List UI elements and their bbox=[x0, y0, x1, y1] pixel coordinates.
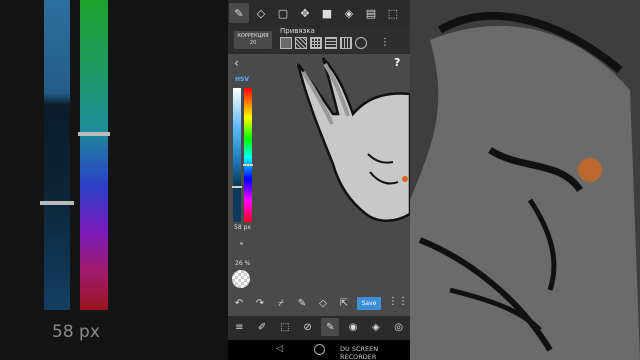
gradient-icon[interactable]: ▤ bbox=[361, 3, 381, 23]
bucket-icon[interactable]: ◈ bbox=[339, 3, 359, 23]
nav-home-icon[interactable] bbox=[314, 344, 325, 355]
background-right-blur bbox=[410, 0, 640, 360]
fill-rect-icon[interactable]: ■ bbox=[317, 3, 337, 23]
value-slider[interactable] bbox=[233, 88, 241, 222]
select-rect-icon[interactable]: ▢ bbox=[273, 3, 293, 23]
settings-icon[interactable]: ◎ bbox=[390, 318, 408, 336]
rabbit-drawing bbox=[296, 57, 410, 222]
blur-drawing bbox=[410, 11, 640, 360]
blur-value-marker bbox=[40, 201, 74, 205]
nav-back-icon[interactable]: ◁ bbox=[276, 344, 283, 354]
move-icon[interactable]: ✥ bbox=[295, 3, 315, 23]
eraser-icon[interactable]: ◇ bbox=[251, 3, 271, 23]
edit-icon[interactable]: ✐ bbox=[253, 318, 271, 336]
snap-bar: КОРРЕКЦИЯ 20 Привязка ⋮ bbox=[228, 27, 410, 53]
snap-icons bbox=[280, 37, 370, 49]
hue-slider-handle[interactable] bbox=[243, 164, 253, 166]
snap-parallel-icon[interactable] bbox=[295, 37, 307, 49]
selection-icon[interactable]: ⬚ bbox=[383, 3, 403, 23]
palette-icon[interactable]: ◉ bbox=[344, 318, 362, 336]
snap-horizontal-icon[interactable] bbox=[325, 37, 337, 49]
bottom-tab-bar: ≡ ✐ ⬚ ⊘ ✎ ◉ ◈ ◎ bbox=[228, 316, 410, 338]
brush-opacity-label: 26 % bbox=[235, 260, 251, 267]
menu-icon[interactable]: ≡ bbox=[230, 318, 248, 336]
blur-size-label: 58 px bbox=[52, 322, 100, 342]
pen-icon[interactable]: ✎ bbox=[229, 3, 249, 23]
layers-icon[interactable]: ◈ bbox=[367, 318, 385, 336]
more-options-icon[interactable]: ⋮ bbox=[380, 37, 390, 48]
transform-icon[interactable]: ⊘ bbox=[299, 318, 317, 336]
action-row: ↶ ↷ ⌿ ✎ ◇ ⇱ bbox=[228, 292, 410, 314]
undo-icon[interactable]: ↶ bbox=[229, 293, 249, 313]
help-icon[interactable]: ? bbox=[394, 56, 400, 69]
snap-label: Привязка bbox=[280, 27, 315, 35]
background-left-blur: 58 px bbox=[0, 0, 228, 360]
eyedropper-icon[interactable]: ⌿ bbox=[271, 293, 291, 313]
eraser-small-icon[interactable]: ◇ bbox=[313, 293, 333, 313]
export-icon[interactable]: ⇱ bbox=[334, 293, 354, 313]
color-mode-label[interactable]: HSV bbox=[235, 76, 249, 83]
snap-circle-icon[interactable] bbox=[355, 37, 367, 49]
snap-vertical-icon[interactable] bbox=[340, 37, 352, 49]
back-arrow-icon[interactable]: ‹ bbox=[234, 56, 239, 70]
brush-icon[interactable]: ✎ bbox=[292, 293, 312, 313]
snap-grid-icon[interactable] bbox=[310, 37, 322, 49]
redo-icon[interactable]: ↷ bbox=[250, 293, 270, 313]
top-toolbar: ✎ ◇ ▢ ✥ ■ ◈ ▤ ⬚ bbox=[228, 0, 410, 26]
phone-screen: ✎ ◇ ▢ ✥ ■ ◈ ▤ ⬚ КОРРЕКЦИЯ 20 Привязка ⋮ bbox=[228, 0, 410, 360]
correction-value: 20 bbox=[249, 40, 257, 46]
hue-slider[interactable] bbox=[244, 88, 252, 222]
recorder-watermark: DU SCREEN RECORDER bbox=[340, 345, 379, 360]
correction-button[interactable]: КОРРЕКЦИЯ 20 bbox=[234, 31, 272, 49]
grid-menu-icon[interactable]: ⋮⋮ bbox=[388, 296, 408, 307]
brush-size-preview bbox=[240, 242, 243, 245]
color-swatch[interactable] bbox=[232, 270, 250, 288]
correction-label: КОРРЕКЦИЯ bbox=[237, 33, 269, 39]
brush-size-label: 58 px bbox=[234, 224, 251, 231]
blur-value-slider bbox=[44, 0, 70, 310]
blur-hue-slider bbox=[80, 0, 108, 310]
value-slider-handle[interactable] bbox=[232, 186, 242, 188]
brush-tab-icon[interactable]: ✎ bbox=[321, 318, 340, 336]
snap-off-icon[interactable] bbox=[280, 37, 292, 49]
drawing-canvas[interactable]: ‹ ? HSV 58 px 26 % bbox=[228, 54, 410, 316]
system-nav-bar: ◁ DU SCREEN RECORDER bbox=[228, 340, 410, 360]
select-icon[interactable]: ⬚ bbox=[276, 318, 294, 336]
blur-hue-marker bbox=[78, 132, 110, 136]
save-button[interactable]: Save bbox=[357, 297, 381, 310]
